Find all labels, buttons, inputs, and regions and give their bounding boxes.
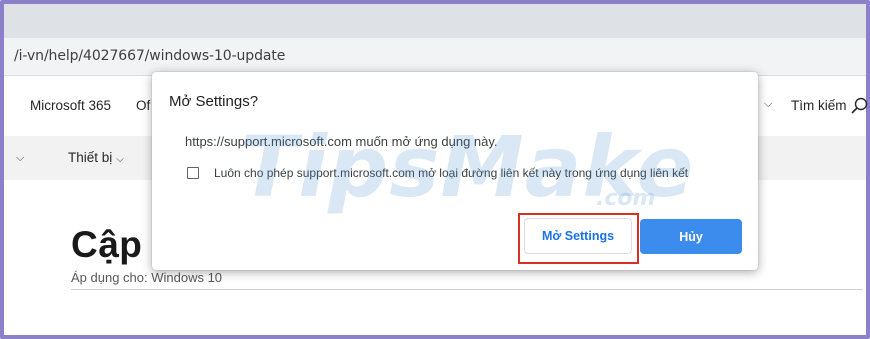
always-allow-label[interactable]: Luôn cho phép support.microsoft.com mở l… xyxy=(214,166,688,180)
nav-microsoft-365[interactable]: Microsoft 365 xyxy=(30,98,111,113)
chevron-down-icon[interactable]: ⌵ xyxy=(764,98,772,111)
chevron-down-icon[interactable]: ⌵ xyxy=(16,152,24,165)
open-settings-button[interactable]: Mở Settings xyxy=(524,218,632,254)
applies-to-text: Áp dụng cho: Windows 10 xyxy=(71,270,223,285)
nav-item-truncated[interactable]: Of xyxy=(136,98,150,113)
search-label[interactable]: Tìm kiếm xyxy=(791,98,847,113)
browser-tab-strip xyxy=(4,4,866,38)
search-icon[interactable] xyxy=(850,96,870,116)
dialog-title: Mở Settings? xyxy=(169,93,259,110)
address-url[interactable]: /i-vn/help/4027667/windows-10-update xyxy=(14,48,285,64)
nav-devices[interactable]: Thiết bị ⌵ xyxy=(68,150,124,165)
dialog-message: https://support.microsoft.com muốn mở ứn… xyxy=(185,134,498,149)
nav-devices-label: Thiết bị xyxy=(68,150,113,165)
chevron-down-icon: ⌵ xyxy=(116,154,124,165)
always-allow-checkbox[interactable] xyxy=(187,167,199,179)
divider xyxy=(71,289,863,290)
cancel-button[interactable]: Hủy xyxy=(640,219,742,254)
open-app-dialog: Mở Settings? https://support.microsoft.c… xyxy=(152,72,758,270)
